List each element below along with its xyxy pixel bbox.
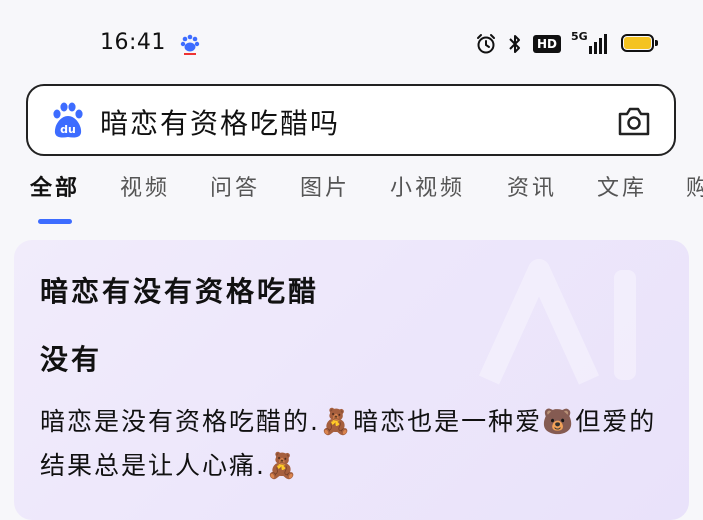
tab-all[interactable]: 全部 — [30, 170, 80, 202]
ai-answer-card[interactable]: 暗恋有没有资格吃醋 没有 暗恋是没有资格吃醋的.🧸暗恋也是一种爱🐻但爱的结果总是… — [14, 240, 689, 520]
signal-5g-icon: 5G — [571, 30, 611, 56]
ai-watermark-icon — [478, 259, 636, 385]
search-bar[interactable]: du 暗恋有资格吃醋吗 — [26, 84, 676, 156]
answer-body: 暗恋是没有资格吃醋的.🧸暗恋也是一种爱🐻但爱的结果总是让人心痛.🧸 — [40, 407, 657, 480]
answer-short: 没有 — [40, 343, 103, 376]
tab-library[interactable]: 文库 — [597, 170, 647, 202]
answer-title: 暗恋有没有资格吃醋 — [40, 275, 320, 308]
tab-video[interactable]: 视频 — [120, 170, 170, 202]
svg-text:du: du — [60, 123, 76, 136]
baidu-paw-icon[interactable]: du — [50, 102, 86, 140]
tab-short-video[interactable]: 小视频 — [390, 170, 465, 202]
baidu-notification-icon — [180, 34, 200, 55]
search-tabs: 全部 视频 问答 图片 小视频 资讯 文库 购 — [30, 170, 703, 230]
tab-images[interactable]: 图片 — [300, 170, 350, 202]
status-bar: 16:41 HD 5G — [0, 0, 703, 80]
status-time: 16:41 — [100, 30, 166, 55]
alarm-icon — [476, 34, 495, 54]
status-icons: HD 5G — [475, 30, 659, 56]
camera-icon[interactable] — [616, 104, 652, 138]
tab-qa[interactable]: 问答 — [210, 170, 260, 202]
battery-icon — [621, 34, 659, 54]
active-tab-indicator — [38, 219, 72, 224]
hd-voice-badge: HD — [532, 35, 561, 53]
tab-shopping[interactable]: 购 — [686, 170, 703, 202]
tab-news[interactable]: 资讯 — [507, 170, 557, 202]
search-query-text[interactable]: 暗恋有资格吃醋吗 — [100, 102, 340, 142]
bluetooth-icon — [509, 35, 520, 53]
